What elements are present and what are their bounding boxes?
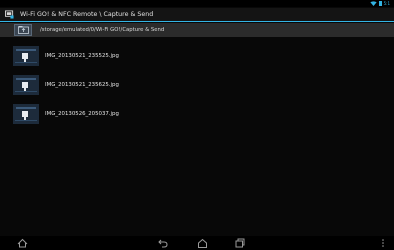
navigation-bar: [0, 236, 394, 250]
home-outline-icon[interactable]: [197, 238, 208, 248]
wifi-icon: [369, 1, 377, 6]
file-item[interactable]: IMG_20130521_235625.jpg: [0, 72, 394, 98]
file-name: IMG_20130521_235625.jpg: [45, 82, 119, 88]
current-path: /storage/emulated/0/Wi-Fi GO!/Capture & …: [40, 27, 165, 33]
screen: 5:1 Wi-Fi GO! & NFC Remote \ Capture & S…: [0, 0, 394, 250]
file-thumbnail: [13, 75, 39, 95]
action-bar: Wi-Fi GO! & NFC Remote \ Capture & Send: [0, 8, 394, 22]
home-icon[interactable]: [17, 238, 28, 248]
battery-icon: [378, 1, 382, 6]
overflow-menu-icon[interactable]: [381, 238, 385, 248]
file-thumbnail: [13, 104, 39, 124]
folder-up-icon: [18, 26, 29, 34]
folder-up-button[interactable]: [14, 24, 32, 36]
app-logo-icon[interactable]: [5, 10, 14, 19]
status-clock: 5:1: [383, 1, 390, 6]
path-bar: /storage/emulated/0/Wi-Fi GO!/Capture & …: [0, 23, 394, 37]
file-name: IMG_20130521_235525.jpg: [45, 53, 119, 59]
file-thumbnail: [13, 46, 39, 66]
status-bar: 5:1: [0, 0, 394, 7]
file-item[interactable]: IMG_20130521_235525.jpg: [0, 43, 394, 69]
file-name: IMG_20130526_205037.jpg: [45, 111, 119, 117]
status-icons: 5:1: [369, 0, 390, 7]
back-icon[interactable]: [158, 238, 168, 248]
file-item[interactable]: IMG_20130526_205037.jpg: [0, 101, 394, 127]
app-title: Wi-Fi GO! & NFC Remote \ Capture & Send: [20, 11, 154, 18]
recent-apps-icon[interactable]: [235, 238, 245, 248]
